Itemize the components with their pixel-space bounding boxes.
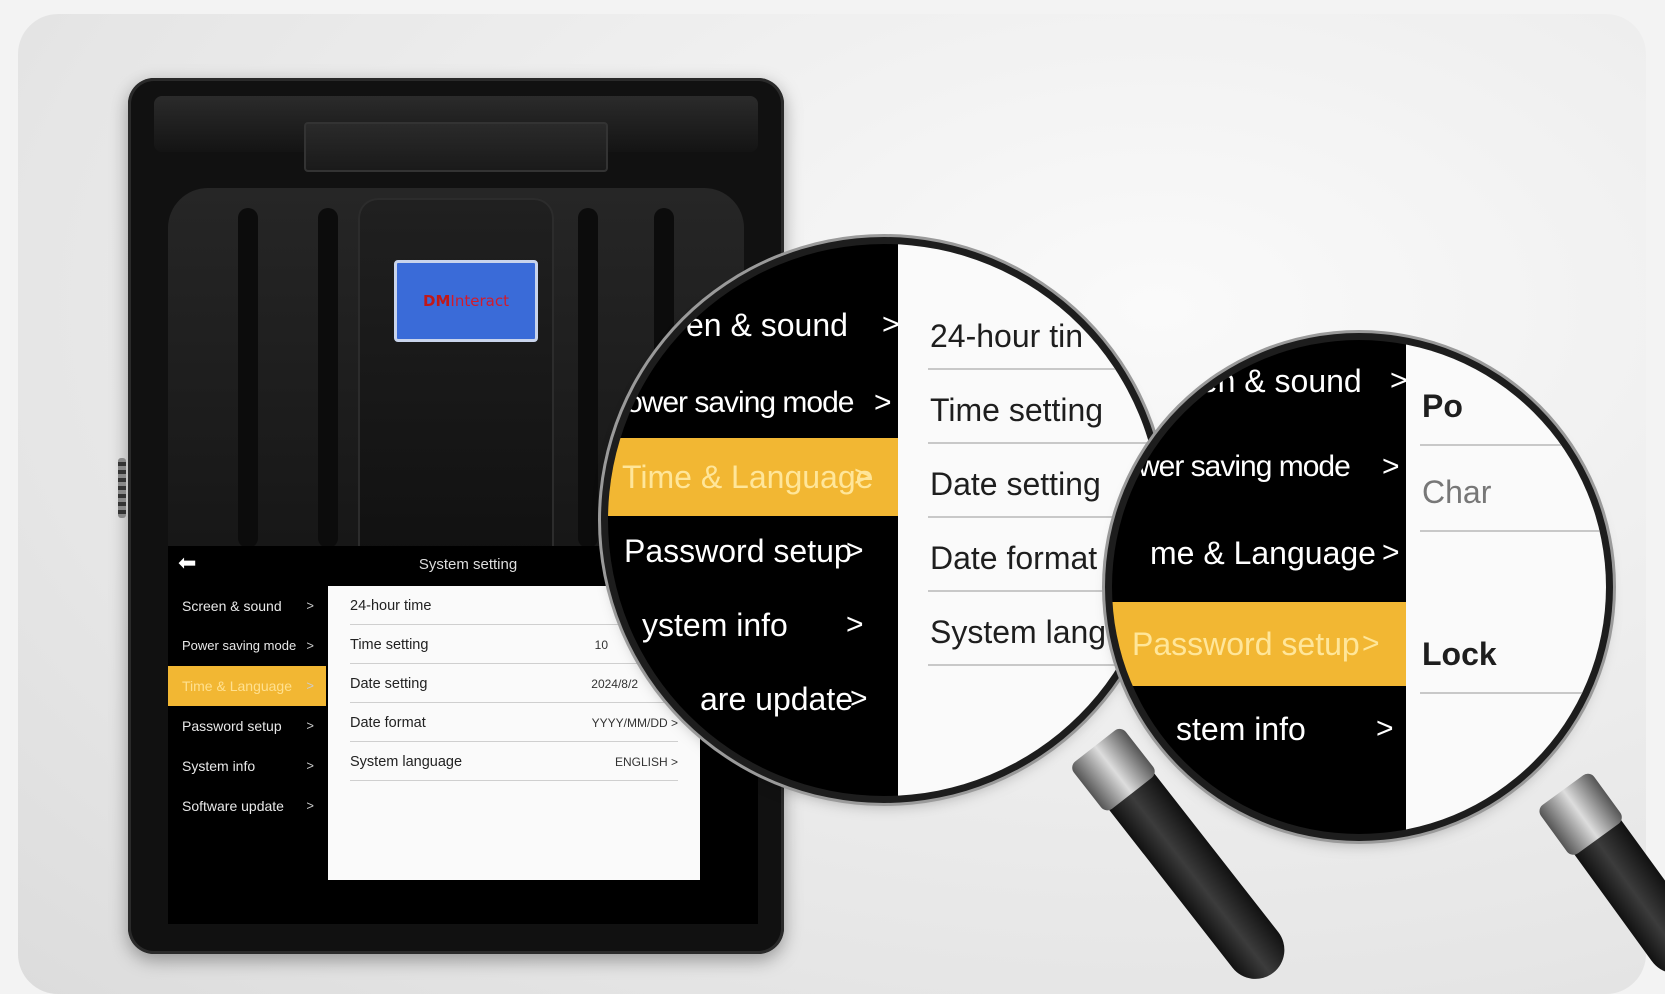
setting-row-time-setting[interactable]: Time setting 10 <box>350 625 678 664</box>
lens1-menu-label: ower saving mode <box>626 386 854 419</box>
chevron-right-icon: > <box>874 386 892 419</box>
logo-display: DM Interact <box>394 260 538 342</box>
menu-item-screen-sound[interactable]: Screen & sound > <box>168 586 326 626</box>
chevron-right-icon: > <box>306 678 314 693</box>
chevron-right-icon: > <box>306 718 314 733</box>
hood-center: DM Interact <box>358 198 554 578</box>
lens1-menu-item: are update > <box>700 660 910 738</box>
lens2-menu-label: me & Language <box>1150 535 1376 571</box>
divider <box>1420 692 1606 694</box>
chevron-right-icon: > <box>1382 536 1400 569</box>
device-slot <box>304 122 608 172</box>
menu-item-label: Time & Language <box>182 678 292 694</box>
device-hinge <box>118 458 126 518</box>
lens2-menu-item: een & sound > <box>1182 342 1412 420</box>
menu-item-label: Password setup <box>182 718 282 734</box>
lens2-setting: Lock <box>1422 636 1497 672</box>
lens2-settings-panel: Po Char Lock <box>1406 340 1606 834</box>
setting-label: Date format <box>350 715 426 731</box>
divider <box>1420 444 1606 446</box>
divider <box>928 368 1160 370</box>
setting-value: ENGLISH > <box>614 755 678 769</box>
hood-rib <box>318 208 338 548</box>
chevron-right-icon: > <box>850 682 868 715</box>
lens1-menu-item: ystem info > <box>642 586 902 664</box>
chevron-right-icon: > <box>1362 627 1380 660</box>
hood-rib <box>238 208 258 548</box>
chevron-right-icon: > <box>846 534 864 567</box>
chevron-right-icon: > <box>854 460 872 493</box>
chevron-right-icon: > <box>306 638 314 653</box>
lens2-setting: Char <box>1422 474 1492 510</box>
lens1-setting: Date format <box>930 540 1098 576</box>
chevron-right-icon: > <box>306 798 314 813</box>
lens2-setting: Po <box>1422 388 1463 424</box>
menu-item-label: Power saving mode <box>182 638 297 653</box>
setting-value: 10 <box>594 638 608 652</box>
lens2-menu-item: me & Language > <box>1150 514 1412 592</box>
chevron-right-icon: > <box>1376 712 1394 745</box>
lens2-menu-item: wer saving mode > <box>1138 428 1412 506</box>
chevron-right-icon: > <box>882 308 900 341</box>
back-arrow-icon[interactable]: ⬅ <box>178 550 196 576</box>
device-top-cover <box>154 96 758 172</box>
chevron-right-icon: > <box>1382 450 1400 483</box>
chevron-right-icon: > <box>1390 364 1408 397</box>
lens1-menu-label: ystem info <box>642 607 788 643</box>
lens2-menu-item-active: Password setup > <box>1112 602 1420 686</box>
lens2-menu-label: Password setup <box>1132 626 1360 662</box>
lens2-menu-label: wer saving mode <box>1138 450 1351 483</box>
screen-title: System setting <box>418 556 518 573</box>
lens1-setting: 24-hour tin <box>930 318 1083 354</box>
lens1-menu-item: en & sound > <box>686 286 906 364</box>
setting-label: System language <box>350 754 463 770</box>
lens2-menu-label: stem info <box>1176 711 1306 747</box>
magnifier-lens-2: een & sound > wer saving mode > me & Langu… <box>1112 340 1606 834</box>
lens1-menu-label: are update <box>700 681 854 717</box>
lens1-menu-item: Password setup > <box>624 512 904 590</box>
lens1-setting: Time setting <box>930 392 1104 428</box>
setting-row-date-format[interactable]: Date format YYYY/MM/DD > <box>350 703 678 742</box>
setting-row-system-language[interactable]: System language ENGLISH > <box>350 742 678 781</box>
lens1-setting: System lang <box>930 614 1107 650</box>
lens2-menu-label: een & sound <box>1182 363 1362 399</box>
menu-item-software-update[interactable]: Software update > <box>168 786 326 826</box>
lens1-menu-label: Time & Language <box>622 459 874 495</box>
setting-row-date-setting[interactable]: Date setting 2024/8/2 <box>350 664 678 703</box>
setting-label: Date setting <box>350 676 428 692</box>
setting-value: 2024/8/2 <box>591 677 638 691</box>
settings-menu: Screen & sound > Power saving mode > Time … <box>168 586 326 826</box>
lens1-menu-label: Password setup <box>624 533 852 569</box>
lens1-menu-item: ower saving mode > <box>626 364 906 442</box>
menu-item-label: Screen & sound <box>182 598 282 614</box>
chevron-right-icon: > <box>306 758 314 773</box>
lens1-setting: Date setting <box>930 466 1101 502</box>
menu-item-system-info[interactable]: System info > <box>168 746 326 786</box>
lens2-menu-item: stem info > <box>1176 690 1412 768</box>
divider <box>1420 530 1606 532</box>
lens1-menu-label: en & sound <box>686 307 848 343</box>
setting-value: YYYY/MM/DD > <box>591 716 678 730</box>
menu-item-label: Software update <box>182 798 284 814</box>
magnifier-lens-1: en & sound > ower saving mode > Time & Lan… <box>608 244 1160 796</box>
menu-item-time-language[interactable]: Time & Language > <box>168 666 326 706</box>
divider <box>928 442 1160 444</box>
menu-item-password-setup[interactable]: Password setup > <box>168 706 326 746</box>
menu-item-label: System info <box>182 758 256 774</box>
chevron-right-icon: > <box>846 608 864 641</box>
logo-dm: DM <box>423 292 451 310</box>
hood-rib <box>578 208 598 548</box>
lens1-menu-item-active: Time & Language > <box>608 438 912 516</box>
setting-label: Time setting <box>350 637 429 653</box>
setting-label: 24-hour time <box>350 598 432 614</box>
menu-item-power-saving[interactable]: Power saving mode > <box>168 626 326 666</box>
chevron-right-icon: > <box>306 598 314 613</box>
logo-text: Interact <box>450 292 509 310</box>
